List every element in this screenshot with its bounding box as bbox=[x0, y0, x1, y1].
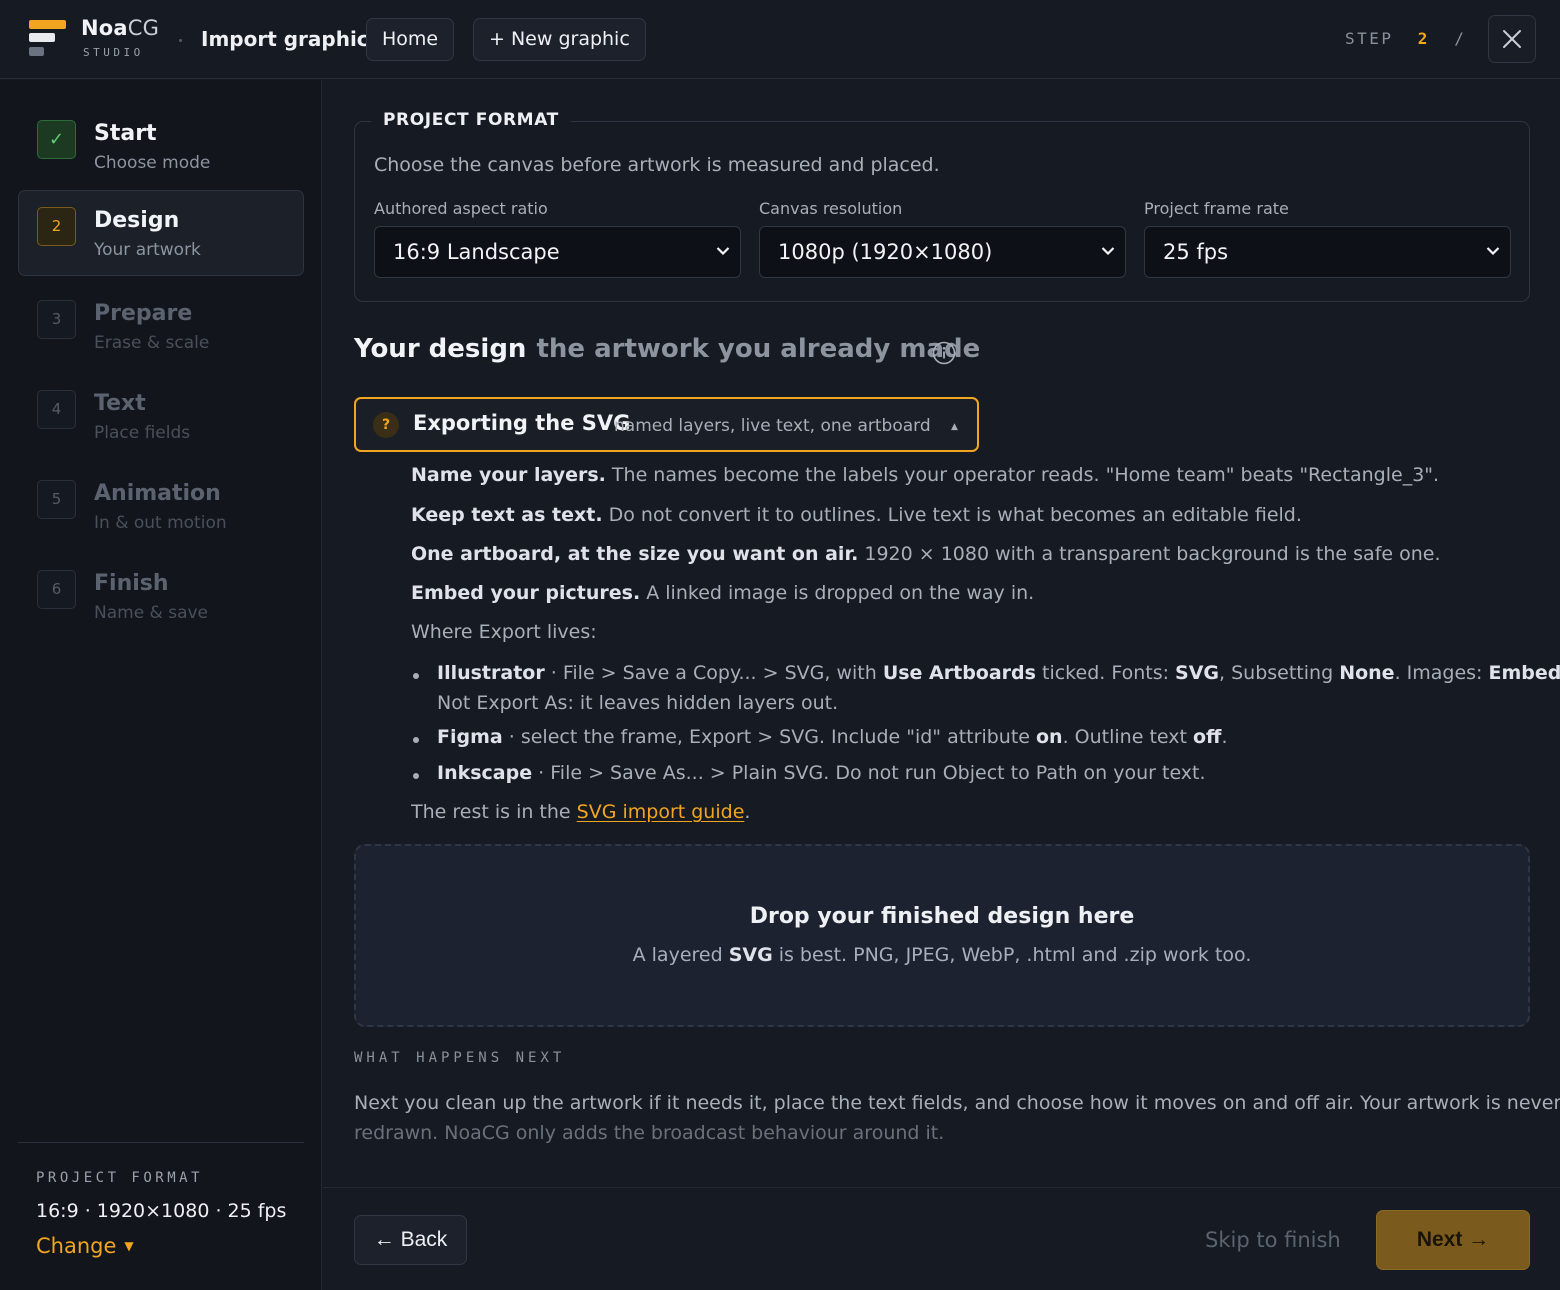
app-header: NoaCG STUDIO Import graphic Home + New g… bbox=[0, 0, 1560, 79]
step-title: Text bbox=[94, 391, 146, 416]
rest-in-guide: The rest is in the SVG import guide. bbox=[411, 801, 751, 823]
skip-to-finish-button[interactable]: Skip to finish bbox=[1205, 1228, 1341, 1252]
aspect-ratio-select[interactable]: 16:9 Landscape bbox=[374, 226, 741, 278]
home-button[interactable]: Home bbox=[366, 18, 455, 61]
step-indicator: STEP 2 / 6 bbox=[1345, 29, 1500, 48]
wizard-sidebar: ✓ Start Choose mode 2 Design Your artwor… bbox=[0, 80, 322, 1290]
aspect-ratio-label: Authored aspect ratio bbox=[374, 199, 548, 218]
frame-rate-label: Project frame rate bbox=[1144, 199, 1289, 218]
step-subtitle: Place fields bbox=[94, 423, 191, 443]
project-format-legend: PROJECT FORMAT bbox=[371, 110, 571, 130]
step-number: 4 bbox=[37, 390, 76, 429]
svg-import-guide-link[interactable]: SVG import guide bbox=[577, 801, 745, 823]
brand-subtitle: STUDIO bbox=[83, 46, 144, 59]
resolution-label: Canvas resolution bbox=[759, 199, 903, 218]
check-icon: ✓ bbox=[37, 120, 76, 159]
where-export-lives: Where Export lives: bbox=[411, 621, 597, 643]
tip-name-layers: Name your layers. The names become the l… bbox=[411, 464, 1440, 486]
step-subtitle: In & out motion bbox=[94, 513, 227, 533]
step-design[interactable]: 2 Design Your artwork bbox=[18, 190, 304, 276]
caret-up-icon: ▲ bbox=[951, 422, 958, 432]
new-graphic-button[interactable]: + New graphic bbox=[473, 18, 646, 61]
step-number: 5 bbox=[37, 480, 76, 519]
dropzone-title: Drop your finished design here bbox=[749, 904, 1135, 929]
page-title: Import graphic bbox=[201, 27, 369, 51]
exporting-svg-accordion[interactable]: ? Exporting the SVG named layers, live t… bbox=[354, 397, 979, 452]
back-button[interactable]: ← Back bbox=[354, 1215, 467, 1265]
noacg-logo-icon bbox=[29, 20, 69, 58]
step-title: Animation bbox=[94, 481, 221, 506]
accordion-subtitle: named layers, live text, one artboard bbox=[614, 416, 931, 436]
what-happens-next-text: Next you clean up the artwork if it need… bbox=[354, 1092, 1560, 1114]
step-title: Design bbox=[94, 208, 180, 233]
tip-keep-text: Keep text as text. Do not convert it to … bbox=[411, 504, 1302, 526]
step-title: Finish bbox=[94, 571, 169, 596]
step-subtitle: Choose mode bbox=[94, 153, 211, 173]
separator-dot bbox=[179, 39, 182, 42]
what-happens-next-text-2: redrawn. NoaCG only adds the broadcast b… bbox=[354, 1122, 945, 1144]
what-happens-next-label: WHAT HAPPENS NEXT bbox=[354, 1050, 566, 1066]
step-number: 2 bbox=[37, 207, 76, 246]
chevron-down-icon bbox=[1486, 247, 1500, 256]
step-start[interactable]: ✓ Start Choose mode bbox=[18, 94, 304, 180]
step-title: Prepare bbox=[94, 301, 193, 326]
step-subtitle: Erase & scale bbox=[94, 333, 210, 353]
question-icon: ? bbox=[373, 412, 399, 438]
step-title: Start bbox=[94, 121, 157, 146]
step-subtitle: Your artwork bbox=[94, 240, 201, 260]
tip-embed-pictures: Embed your pictures. A linked image is d… bbox=[411, 582, 1035, 604]
brand-name: NoaCG bbox=[81, 16, 160, 40]
step-text: 4 Text Place fields bbox=[18, 364, 304, 450]
change-format-button[interactable]: Change ▼ bbox=[36, 1234, 134, 1258]
step-subtitle: Name & save bbox=[94, 603, 209, 623]
design-heading: Your design the artwork you already made bbox=[354, 334, 981, 364]
step-number: 3 bbox=[37, 300, 76, 339]
caret-down-icon: ▼ bbox=[124, 1239, 134, 1253]
sidebar-divider bbox=[18, 1142, 304, 1143]
sidebar-project-format-value: 16:9 · 1920×1080 · 25 fps bbox=[36, 1200, 287, 1222]
tip-one-artboard: One artboard, at the size you want on ai… bbox=[411, 543, 1441, 565]
close-button[interactable] bbox=[1488, 15, 1536, 63]
design-dropzone[interactable]: Drop your finished design here A layered… bbox=[354, 844, 1530, 1027]
step-number: 6 bbox=[37, 570, 76, 609]
info-icon[interactable] bbox=[932, 341, 956, 365]
chevron-down-icon bbox=[1101, 247, 1115, 256]
step-finish: 6 Finish Name & save bbox=[18, 544, 304, 630]
close-icon bbox=[1503, 30, 1521, 48]
project-format-panel: PROJECT FORMAT Choose the canvas before … bbox=[354, 110, 1530, 302]
frame-rate-select[interactable]: 25 fps bbox=[1144, 226, 1511, 278]
sidebar-project-format-label: PROJECT FORMAT bbox=[36, 1170, 204, 1186]
step-animation: 5 Animation In & out motion bbox=[18, 454, 304, 540]
wizard-footer: ← Back Skip to finish Next → bbox=[323, 1187, 1560, 1290]
chevron-down-icon bbox=[716, 247, 730, 256]
resolution-select[interactable]: 1080p (1920×1080) bbox=[759, 226, 1126, 278]
dropzone-subtitle: A layered SVG is best. PNG, JPEG, WebP, … bbox=[632, 944, 1252, 966]
accordion-title: Exporting the SVG bbox=[413, 411, 631, 435]
step-prepare: 3 Prepare Erase & scale bbox=[18, 274, 304, 360]
project-format-description: Choose the canvas before artwork is meas… bbox=[374, 154, 940, 176]
next-button[interactable]: Next → bbox=[1376, 1210, 1530, 1270]
